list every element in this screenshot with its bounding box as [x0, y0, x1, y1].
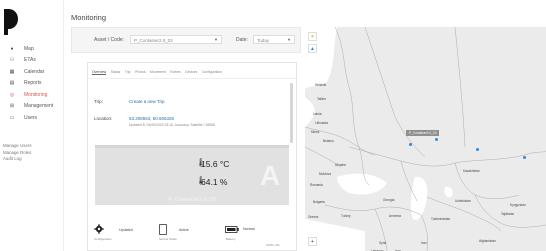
map-label: Bulgaria: [313, 200, 325, 204]
location-coordinates[interactable]: 53.206553, 50.606326: [129, 116, 174, 121]
map-tooltip: P_Container2.0_03: [406, 130, 440, 136]
map[interactable]: Helsinki Tallinn Latvia Lithuania Minsk Belar…: [305, 27, 546, 251]
sidebar-item-label: Reports: [24, 80, 42, 87]
battery-icon: [225, 226, 239, 233]
map-label: Iran: [421, 241, 427, 245]
gear-icon: [94, 224, 104, 234]
date-label: Date:: [236, 37, 248, 43]
sidebar-item-label: ETAs: [24, 57, 36, 64]
map-label: Ukraine: [335, 163, 346, 167]
map-label: Moldova: [319, 172, 332, 176]
map-label: Georgia: [383, 198, 395, 202]
panel-tabs: Overview Status Trip Photos Movement Events De…: [92, 70, 227, 75]
map-label: Armenia: [389, 214, 401, 218]
date-select[interactable]: Today ▼: [253, 35, 295, 44]
map-label: Turkmenistan: [431, 217, 451, 221]
chevron-down-icon: ▼: [287, 37, 291, 42]
filter-bar: Asset / Code: P_Container2.0_03 ▼ Date: …: [71, 27, 301, 53]
asset-select[interactable]: P_Container2.0_03 ▼: [130, 35, 222, 44]
map-label: Kyrgyzstan: [510, 203, 526, 207]
map-marker[interactable]: [476, 148, 479, 151]
map-label: Greece: [308, 215, 319, 219]
device-icon: [159, 224, 167, 235]
sun-icon[interactable]: ☀: [308, 32, 317, 41]
map-label: Belarus: [323, 139, 334, 143]
battery-status: Normal: [243, 227, 255, 231]
map-label: Kazakhstan: [463, 169, 480, 173]
sidebar-item-map[interactable]: ● Map: [8, 43, 53, 55]
zoom-in-button[interactable]: +: [308, 237, 317, 246]
sensor-mode-label: Sensor Mode: [159, 237, 177, 241]
configuration-label: Configuration: [94, 237, 112, 241]
sidebar-item-label: Monitoring: [24, 91, 48, 98]
monitoring-panel: Overview Status Trip Photos Movement Events De…: [87, 62, 297, 251]
map-label: Tallinn: [317, 97, 327, 101]
map-marker[interactable]: [435, 138, 438, 141]
humidity-reading: 64.1 %: [201, 177, 228, 187]
asset-label: Asset / Code:: [94, 37, 125, 43]
tab-devices[interactable]: Devices: [185, 70, 197, 75]
sidebar-item-label: Calendar: [24, 68, 45, 75]
logo-icon: [4, 9, 18, 35]
container-letter: A: [260, 160, 281, 191]
map-label: Uzbekistan: [455, 199, 471, 203]
chevron-down-icon: ▼: [214, 37, 218, 42]
container-name: P_Container2.0_03: [168, 197, 216, 203]
map-label: Romania: [310, 183, 323, 187]
sidebar-item-monitoring[interactable]: ◎ Monitoring: [8, 89, 53, 101]
tab-status[interactable]: Status: [111, 70, 121, 75]
sensor-status: Active: [179, 228, 189, 232]
sidebar-nav: ● Map ⚇ ETAs ▦ Calendar ▤ Reports ◎ Monitoring ⊞ Ma…: [8, 43, 54, 124]
asset-select-value: P_Container2.0_03: [134, 38, 173, 43]
configuration-status: Updated: [119, 228, 133, 232]
reports-icon: ▤: [9, 80, 15, 87]
map-label: Turkey: [341, 214, 351, 218]
monitoring-icon: ◎: [9, 91, 15, 98]
tab-movement[interactable]: Movement: [150, 70, 166, 75]
create-trip-link[interactable]: Create a new Trip: [129, 99, 165, 104]
users-icon: ▭: [9, 114, 15, 121]
map-label: Minsk: [311, 130, 320, 134]
map-label: Tajikistan: [501, 212, 515, 216]
layers-icon[interactable]: ▲: [308, 44, 317, 53]
people-icon: ⚇: [9, 57, 15, 64]
temperature-reading: 15.6 °C: [201, 159, 230, 169]
sidebar-item-label: Map: [24, 45, 34, 52]
map-label: Syria: [379, 241, 387, 245]
map-marker[interactable]: [523, 156, 526, 159]
sidebar-sub-links: Manage Users Manage Roles Audit Log: [3, 143, 32, 163]
sidebar-item-reports[interactable]: ▤ Reports: [8, 78, 53, 90]
location-updated: Updated 8, 04/05/2023 03:15, Accuracy: S…: [129, 123, 215, 127]
map-label: Lithuania: [315, 121, 328, 125]
tab-trip[interactable]: Trip: [125, 70, 131, 75]
sidebar: ● Map ⚇ ETAs ▦ Calendar ▤ Reports ◎ Monitoring ⊞ Ma…: [0, 0, 64, 251]
tab-events[interactable]: Events: [170, 70, 180, 75]
tab-divider: [88, 78, 296, 79]
tab-overview[interactable]: Overview: [92, 70, 107, 75]
calendar-icon: ▦: [9, 68, 15, 75]
battery-level: 100%, 0%: [266, 243, 280, 247]
sidebar-item-label: Management: [24, 103, 54, 110]
tab-photos[interactable]: Photos: [135, 70, 146, 75]
tab-configuration[interactable]: Configuration: [202, 70, 222, 75]
sidebar-sub-link[interactable]: Manage Users: [3, 143, 32, 150]
location-label: Location:: [94, 116, 113, 121]
battery-label: Battery: [226, 237, 236, 241]
map-marker[interactable]: [409, 143, 412, 146]
page-title: Monitoring: [71, 13, 107, 22]
sidebar-item-label: Users: [24, 114, 38, 121]
map-pin-icon: ●: [10, 45, 14, 52]
sidebar-item-calendar[interactable]: ▦ Calendar: [8, 66, 53, 78]
sidebar-sub-link[interactable]: Audit Log: [3, 156, 32, 163]
scrollbar[interactable]: [290, 83, 293, 143]
trip-label: Trip:: [94, 99, 103, 104]
management-icon: ⊞: [9, 103, 15, 110]
map-label: Helsinki: [315, 83, 327, 87]
map-label: Latvia: [313, 112, 322, 116]
sidebar-item-etas[interactable]: ⚇ ETAs: [8, 55, 53, 67]
sidebar-item-users[interactable]: ▭ Users: [8, 112, 53, 124]
sidebar-item-management[interactable]: ⊞ Management: [8, 101, 53, 113]
date-select-value: Today: [257, 38, 270, 43]
map-label: Afghanistan: [479, 239, 496, 243]
